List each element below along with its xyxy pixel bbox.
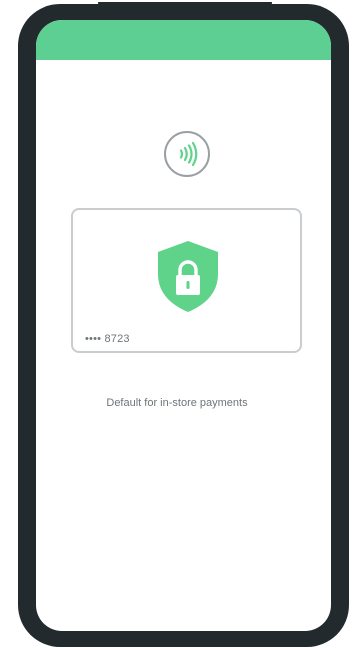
contactless-icon [164,131,210,177]
status-bar [36,20,331,60]
shield-lock-icon [158,241,218,312]
card-number: •••• 8723 [85,333,130,345]
payment-card[interactable]: •••• 8723 [71,208,302,353]
default-payment-label: Default for in-store payments [106,397,248,409]
phone-notch [98,2,272,16]
